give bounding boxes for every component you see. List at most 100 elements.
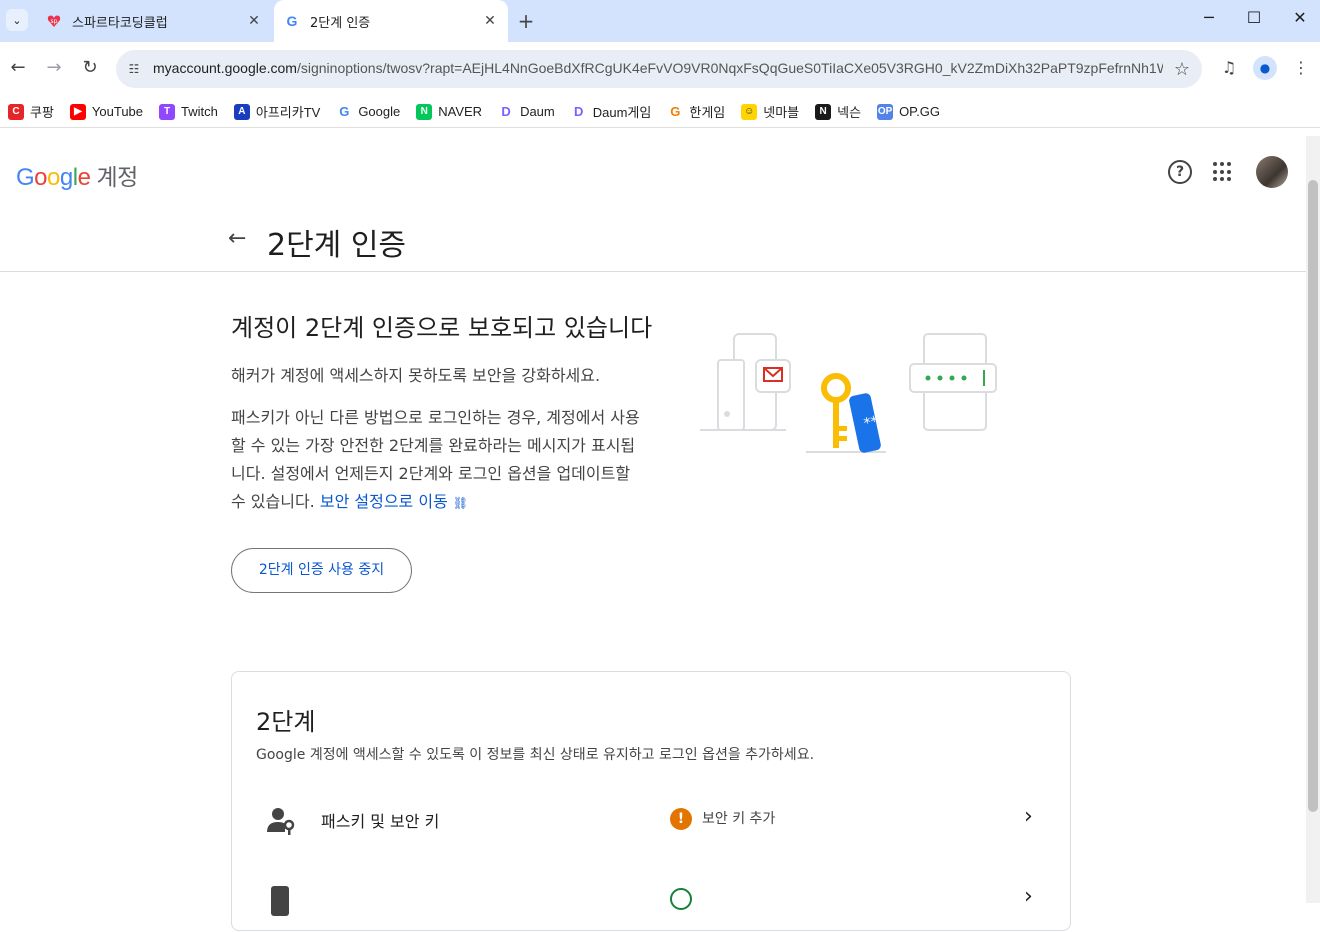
- svg-text:G: G: [287, 13, 298, 29]
- close-icon[interactable]: ✕: [480, 11, 500, 31]
- bookmark-label: 아프리카TV: [255, 105, 321, 120]
- password-tag-icon: **: [849, 393, 881, 453]
- second-steps-card: 2단계 Google 계정에 액세스할 수 있도록 이 정보를 최신 상태로 유…: [231, 671, 1071, 931]
- tab-strip: ⌄ sp 스파르타코딩클럽 ✕ G 2단계 인증 ✕ + ─ ☐ ✕: [0, 0, 1320, 42]
- page-content: Google 계정 ? ← 2단계 인증 계정이 2단계 인증으로 보호되고 있습…: [0, 136, 1306, 931]
- daum-game-icon: D: [570, 103, 587, 120]
- google-account-logo[interactable]: Google 계정: [16, 158, 138, 192]
- address-bar[interactable]: ☷ myaccount.google.com/signinoptions/two…: [116, 50, 1202, 88]
- bookmark-label: Google: [358, 104, 401, 119]
- reload-icon[interactable]: ↻: [78, 56, 102, 80]
- back-arrow-icon[interactable]: ←: [228, 226, 246, 251]
- forward-icon[interactable]: →: [42, 56, 66, 80]
- tab-title: 2단계 인증: [310, 15, 371, 31]
- chevron-right-icon: ›: [1024, 884, 1033, 909]
- bookmark-label: YouTube: [91, 104, 144, 119]
- bookmark-label: 한게임: [689, 105, 726, 120]
- tab-2fa[interactable]: G 2단계 인증 ✕: [274, 0, 508, 42]
- url-path: /signinoptions/twosv?rapt=AEjHL4NnGoeBdX…: [296, 60, 1163, 76]
- bookmark-star-icon[interactable]: ☆: [1174, 59, 1190, 80]
- page-scrollbar[interactable]: [1306, 136, 1320, 903]
- opgg-icon: OP: [877, 103, 894, 120]
- media-control-icon[interactable]: ♫: [1217, 56, 1241, 80]
- profile-icon[interactable]: ●: [1253, 56, 1277, 80]
- hero-subtitle: 해커가 계정에 액세스하지 못하도록 보안을 강화하세요.: [231, 366, 601, 385]
- netmarble-icon: ☺: [741, 103, 758, 120]
- url-text[interactable]: myaccount.google.com/signinoptions/twosv…: [153, 60, 1163, 76]
- person-key-icon: [266, 806, 296, 836]
- title-row: ← 2단계 인증: [0, 208, 1306, 272]
- tab-search-button[interactable]: ⌄: [6, 9, 28, 31]
- youtube-icon: ▶: [69, 103, 86, 120]
- google-icon: G: [336, 103, 353, 120]
- bookmark-opgg[interactable]: OP OP.GG: [877, 103, 941, 120]
- hangame-icon: G: [667, 103, 684, 120]
- link-icon: ⛓: [452, 496, 469, 510]
- bookmark-hangame[interactable]: G 한게임: [667, 102, 725, 121]
- bookmark-label: 넷마블: [763, 105, 800, 120]
- google-wordmark: Google: [16, 164, 91, 191]
- apps-grid-icon[interactable]: [1213, 162, 1233, 182]
- passkeys-row[interactable]: 패스키 및 보안 키 ! 보안 키 추가 ›: [232, 788, 1070, 852]
- svg-text:**: **: [863, 413, 880, 432]
- bookmark-label: 넥슨: [837, 105, 862, 120]
- bookmark-label: OP.GG: [899, 104, 941, 119]
- bookmark-twitch[interactable]: T Twitch: [159, 103, 218, 120]
- back-icon[interactable]: ←: [6, 56, 30, 80]
- bookmark-netmarble[interactable]: ☺ 넷마블: [741, 102, 799, 121]
- maximize-icon[interactable]: ☐: [1239, 8, 1269, 32]
- nexon-icon: N: [815, 103, 832, 120]
- window-close-icon[interactable]: ✕: [1285, 8, 1315, 32]
- next-step-row[interactable]: ›: [232, 868, 1070, 932]
- new-tab-button[interactable]: +: [514, 10, 538, 34]
- bookmark-label: 쿠팡: [30, 105, 54, 120]
- card-title: 2단계: [256, 708, 316, 736]
- mail-icon: [755, 359, 791, 393]
- two-step-illustration: **: [696, 330, 1006, 460]
- account-header: Google 계정 ?: [0, 136, 1306, 208]
- daum-icon: D: [498, 103, 515, 120]
- device-icon: [266, 886, 296, 916]
- naver-icon: N: [416, 103, 433, 120]
- bookmark-label: Twitch: [181, 104, 218, 119]
- help-icon[interactable]: ?: [1168, 160, 1192, 184]
- scrollbar-thumb[interactable]: [1308, 180, 1318, 812]
- row-status: 보안 키 추가: [702, 811, 776, 827]
- site-info-icon[interactable]: ☷: [124, 59, 144, 79]
- hero-heading: 계정이 2단계 인증으로 보호되고 있습니다: [231, 314, 653, 342]
- security-settings-link-label: 보안 설정으로 이동: [319, 492, 448, 511]
- password-field-icon: [909, 333, 997, 431]
- warning-icon: !: [670, 808, 692, 830]
- minimize-icon[interactable]: ─: [1194, 8, 1224, 32]
- bookmark-label: NAVER: [438, 104, 483, 119]
- more-menu-icon[interactable]: ⋮: [1289, 56, 1313, 80]
- row-label: 패스키 및 보안 키: [321, 812, 440, 831]
- afreecatv-icon: A: [233, 103, 250, 120]
- tab-sparta[interactable]: sp 스파르타코딩클럽 ✕: [36, 0, 272, 42]
- bookmark-afreecatv[interactable]: A 아프리카TV: [233, 102, 321, 121]
- bookmark-coupang[interactable]: C 쿠팡: [8, 102, 54, 121]
- chevron-down-icon: ⌄: [12, 13, 22, 27]
- account-wordmark: 계정: [96, 164, 138, 190]
- bookmark-daum-game[interactable]: D Daum게임: [570, 102, 652, 121]
- bookmark-nexon[interactable]: N 넥슨: [815, 102, 861, 121]
- svg-text:sp: sp: [51, 18, 58, 25]
- bookmark-label: Daum: [520, 104, 555, 119]
- card-subtitle: Google 계정에 액세스할 수 있도록 이 정보를 최신 상태로 유지하고 …: [256, 747, 815, 763]
- check-circle-icon: [670, 888, 692, 910]
- twitch-icon: T: [159, 103, 176, 120]
- bookmark-daum[interactable]: D Daum: [498, 103, 555, 120]
- security-settings-link[interactable]: 보안 설정으로 이동 ⛓: [320, 492, 468, 511]
- turn-off-2sv-button[interactable]: 2단계 인증 사용 중지: [231, 548, 412, 593]
- close-icon[interactable]: ✕: [244, 11, 264, 31]
- bookmark-youtube[interactable]: ▶ YouTube: [69, 103, 144, 120]
- browser-toolbar: ← → ↻ ☷ myaccount.google.com/signinoptio…: [0, 42, 1320, 96]
- bookmark-google[interactable]: G Google: [336, 103, 401, 120]
- page-title: 2단계 인증: [267, 228, 407, 263]
- bookmark-naver[interactable]: N NAVER: [416, 103, 483, 120]
- bookmark-label: Daum게임: [592, 105, 652, 120]
- google-favicon-icon: G: [284, 13, 300, 29]
- sparta-favicon-icon: sp: [46, 13, 62, 29]
- chevron-right-icon: ›: [1024, 804, 1033, 829]
- avatar[interactable]: [1256, 156, 1288, 188]
